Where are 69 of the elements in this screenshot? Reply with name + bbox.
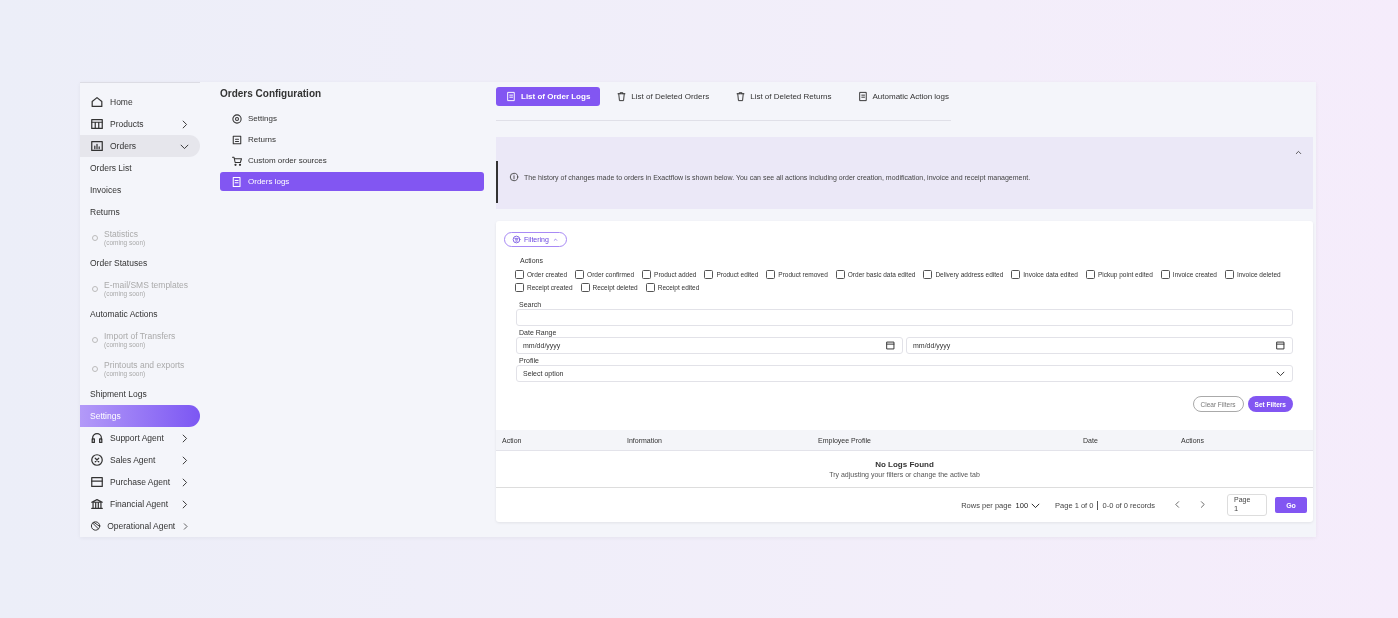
cart-icon (231, 154, 243, 167)
previous-page-button[interactable] (1173, 499, 1182, 511)
config-menu-item[interactable]: Returns (220, 130, 484, 149)
chevron-right-icon (181, 520, 190, 532)
calendar-icon (1275, 340, 1286, 351)
filter-icon (512, 235, 521, 244)
sidebar-item[interactable]: Orders (80, 135, 200, 157)
checkbox[interactable] (1160, 270, 1170, 279)
sidebar-item[interactable]: Invoices (80, 179, 200, 201)
gear-icon (231, 112, 243, 125)
card-icon (90, 475, 104, 489)
checkbox[interactable] (835, 270, 845, 279)
config-menu-item[interactable]: Settings (220, 109, 484, 128)
document-icon (231, 175, 243, 188)
section-title: Orders Configuration (220, 88, 323, 99)
config-menu-item[interactable]: Custom order sources (220, 151, 484, 170)
tab[interactable]: List of Order Logs (496, 87, 601, 106)
checkbox[interactable] (645, 283, 655, 292)
sidebar-item[interactable]: Sales Agent (80, 449, 200, 471)
checkbox[interactable] (766, 270, 776, 279)
calendar-icon (885, 340, 896, 351)
x-circle-icon (90, 453, 104, 467)
tab[interactable]: List of Deleted Orders (606, 87, 720, 106)
checkbox[interactable] (580, 283, 590, 292)
sidebar-item[interactable]: Automatic Actions (80, 303, 200, 325)
sidebar-item[interactable]: Purchase Agent (80, 471, 200, 493)
collapse-icon (1294, 148, 1303, 157)
chevron-left-icon (1173, 499, 1182, 509)
sidebar-item[interactable]: Support Agent (80, 427, 200, 449)
checkbox[interactable] (704, 270, 714, 279)
table-icon (90, 117, 104, 131)
chart-icon (90, 139, 104, 153)
home-icon (90, 95, 104, 109)
sidebar-item[interactable]: Returns (80, 201, 200, 223)
sidebar-item[interactable]: Orders List (80, 157, 200, 179)
checkbox[interactable] (515, 270, 524, 279)
search-field[interactable] (516, 309, 1293, 326)
config-menu-item[interactable]: Orders logs (220, 172, 484, 191)
checkbox[interactable] (1085, 270, 1095, 279)
checkbox[interactable] (515, 283, 524, 292)
item-label: E-mail/SMS templates (104, 280, 189, 290)
sidebar-item[interactable]: Operational Agent (80, 515, 200, 537)
tab[interactable]: Automatic Action logs (847, 87, 959, 106)
trash-icon (616, 91, 628, 102)
trash-icon (735, 91, 747, 102)
tab[interactable]: List of Deleted Returns (725, 87, 842, 106)
item-label: Statistics (104, 229, 139, 239)
document-icon (506, 91, 517, 102)
checkbox[interactable] (923, 270, 933, 279)
item-label: Import of Transfers (104, 331, 176, 341)
checkbox[interactable] (642, 270, 652, 279)
next-page-button[interactable] (1198, 499, 1207, 511)
empty-title: No Logs Found (875, 460, 934, 469)
checkbox[interactable] (1011, 270, 1021, 279)
sidebar-item[interactable]: Shipment Logs (80, 383, 200, 405)
sidebar-item[interactable]: Financial Agent (80, 493, 200, 515)
sidebar-item[interactable]: Home (80, 91, 200, 113)
document-icon (857, 91, 869, 102)
headset-icon (90, 431, 104, 445)
item-label: Printouts and exports (104, 360, 185, 370)
checkbox[interactable] (575, 270, 585, 279)
bank-icon (90, 497, 104, 511)
caret-up-icon (551, 236, 559, 243)
sidebar-item[interactable]: Order Statuses (80, 252, 200, 274)
checkbox[interactable] (1224, 270, 1234, 279)
chevron-right-icon (1198, 499, 1207, 509)
receipt-icon (231, 133, 243, 146)
sidebar-item[interactable]: Products (80, 113, 200, 135)
info-icon (509, 172, 519, 182)
